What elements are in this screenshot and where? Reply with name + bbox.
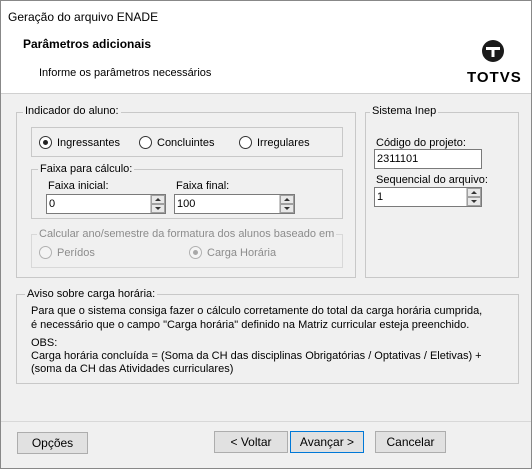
faixa-inicial-spinner[interactable] — [150, 195, 165, 213]
faixa-inicial-input[interactable]: 0 — [46, 194, 166, 214]
totvs-logo-icon — [482, 40, 504, 62]
radio-ingressantes[interactable]: Ingressantes — [39, 136, 120, 149]
radio-irregulares[interactable]: Irregulares — [239, 136, 310, 149]
sequencial-spinner[interactable] — [466, 188, 481, 206]
radio-carga-horaria-label: Carga Horária — [207, 246, 277, 259]
aviso-line: Para que o sistema consiga fazer o cálcu… — [31, 305, 483, 317]
spin-down-icon[interactable] — [467, 197, 481, 206]
spin-up-icon[interactable] — [151, 195, 165, 204]
aviso-line: (soma da CH das Atividades curriculares) — [31, 363, 234, 375]
indicador-legend: Indicador do aluno: — [23, 105, 121, 117]
radio-carga-horaria-circle — [189, 246, 202, 259]
radio-periodos-label: Perídos — [57, 246, 95, 259]
aviso-line: é necessário que o campo "Carga horária"… — [31, 319, 470, 331]
radio-ingressantes-circle — [39, 136, 52, 149]
totvs-logo: TOTVS — [467, 39, 521, 89]
spin-down-icon[interactable] — [151, 204, 165, 213]
spin-down-icon[interactable] — [280, 204, 294, 213]
codigo-label: Código do projeto: — [376, 137, 466, 149]
faixa-inicial-label: Faixa inicial: — [48, 180, 109, 192]
spin-up-icon[interactable] — [280, 195, 294, 204]
calcular-legend: Calcular ano/semestre da formatura dos a… — [37, 228, 337, 240]
footer-divider — [1, 421, 531, 422]
next-button[interactable]: Avançar > — [290, 431, 364, 453]
options-button[interactable]: Opções — [17, 432, 88, 454]
faixa-final-spinner[interactable] — [279, 195, 294, 213]
radio-concluintes[interactable]: Concluintes — [139, 136, 214, 149]
faixa-final-label: Faixa final: — [176, 180, 230, 192]
radio-periodos[interactable]: Perídos — [39, 246, 95, 259]
page-title: Parâmetros adicionais — [23, 37, 152, 51]
radio-carga-horaria[interactable]: Carga Horária — [189, 246, 276, 259]
radio-irregulares-circle — [239, 136, 252, 149]
inep-legend: Sistema Inep — [370, 105, 439, 117]
dialog-window: Geração do arquivo ENADE Parâmetros adic… — [0, 0, 532, 469]
radio-periodos-circle — [39, 246, 52, 259]
radio-ingressantes-label: Ingressantes — [57, 136, 120, 149]
faixa-final-input[interactable]: 100 — [174, 194, 295, 214]
radio-concluintes-label: Concluintes — [157, 136, 215, 149]
faixa-legend: Faixa para cálculo: — [38, 163, 135, 175]
aviso-legend: Aviso sobre carga horária: — [25, 288, 158, 300]
aviso-line: OBS: — [31, 337, 58, 349]
aviso-line: Carga horária concluída = (Soma da CH da… — [31, 350, 482, 362]
sequencial-label: Sequencial do arquivo: — [376, 174, 488, 186]
window-title: Geração do arquivo ENADE — [1, 1, 531, 31]
radio-irregulares-label: Irregulares — [257, 136, 310, 149]
cancel-button[interactable]: Cancelar — [375, 431, 446, 453]
logo-text: TOTVS — [467, 69, 522, 86]
codigo-input[interactable]: 2311101 — [374, 149, 482, 169]
radio-concluintes-circle — [139, 136, 152, 149]
back-button[interactable]: < Voltar — [214, 431, 288, 453]
spin-up-icon[interactable] — [467, 188, 481, 197]
wizard-header: Parâmetros adicionais Informe os parâmet… — [1, 31, 531, 94]
page-subtitle: Informe os parâmetros necessários — [39, 67, 212, 79]
